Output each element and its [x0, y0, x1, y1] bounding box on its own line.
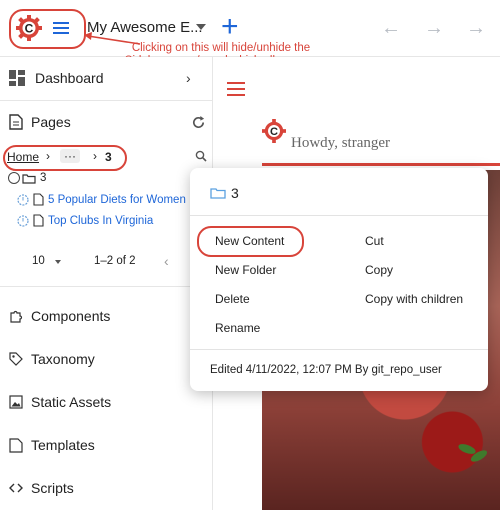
context-menu: 3 New Content New Folder Delete Rename C…: [190, 168, 488, 391]
sidebar-item-label: Templates: [31, 437, 95, 453]
sidebar-item-components[interactable]: Components: [9, 308, 110, 324]
sidebar-item-scripts[interactable]: Scripts: [9, 480, 74, 496]
chevron-down-icon[interactable]: [196, 24, 206, 30]
tree-folder-label: 3: [40, 172, 47, 184]
search-icon[interactable]: [195, 150, 207, 162]
sidebar-item-templates[interactable]: Templates: [9, 437, 95, 453]
image-icon: [9, 395, 23, 409]
tree-folder-row[interactable]: 3: [8, 172, 46, 184]
document-icon: [9, 437, 23, 453]
plus-icon[interactable]: +: [221, 12, 239, 42]
menu-item-copy[interactable]: Copy: [365, 263, 393, 277]
sidebar-item-static-assets[interactable]: Static Assets: [9, 394, 111, 410]
refresh-icon[interactable]: [191, 115, 206, 130]
chevron-right-icon: ›: [93, 149, 97, 163]
sidebar-item-label: Pages: [31, 114, 71, 130]
divider: [190, 349, 488, 350]
sidebar-item-label: Taxonomy: [31, 351, 95, 367]
breadcrumb-home[interactable]: Home: [7, 150, 39, 164]
folder-icon: [210, 188, 226, 199]
pagination-range: 1–2 of 2: [94, 255, 136, 267]
chevron-left-icon[interactable]: ‹: [164, 253, 169, 269]
dashboard-icon: [9, 70, 25, 86]
menu-item-new-folder[interactable]: New Folder: [215, 263, 276, 277]
code-icon: [9, 483, 23, 493]
sidebar-item-dashboard[interactable]: Dashboard: [9, 70, 104, 86]
arrow-left-icon[interactable]: ←: [381, 17, 401, 40]
menu-icon[interactable]: [227, 82, 245, 100]
context-menu-footer: Edited 4/11/2022, 12:07 PM By git_repo_u…: [210, 364, 442, 376]
tree-item-label: Top Clubs In Virginia: [48, 214, 154, 227]
sidebar-item-taxonomy[interactable]: Taxonomy: [9, 351, 95, 367]
svg-text:C: C: [270, 126, 278, 138]
rows-per-page-select[interactable]: 10: [32, 255, 45, 267]
context-menu-title-label: 3: [231, 185, 239, 201]
sidebar-item-label: Components: [31, 308, 111, 324]
chevron-down-icon[interactable]: [55, 260, 61, 264]
sidebar-item-label: Dashboard: [35, 70, 104, 86]
document-icon: [33, 214, 44, 227]
greeting-text: Howdy, stranger: [291, 135, 391, 151]
menu-item-cut[interactable]: Cut: [365, 234, 384, 248]
breadcrumb-current[interactable]: 3: [105, 150, 112, 164]
annotation-highlight: [9, 9, 86, 49]
sidebar-item-label: Scripts: [31, 480, 74, 496]
divider: [0, 286, 212, 287]
folder-icon: [22, 173, 36, 184]
context-menu-title: 3: [210, 185, 239, 201]
arrow-right-icon[interactable]: →: [424, 17, 444, 40]
sidebar-item-label: Static Assets: [31, 394, 112, 410]
arrow-right-icon[interactable]: →: [466, 17, 486, 40]
crafter-logo-icon: C: [262, 119, 286, 143]
puzzle-icon: [10, 310, 23, 323]
tag-icon: [9, 352, 23, 366]
menu-item-new-content[interactable]: New Content: [215, 234, 284, 248]
document-icon: [9, 114, 23, 130]
clock-icon: [17, 193, 29, 206]
clock-icon: [17, 214, 29, 227]
tree-item-label: 5 Popular Diets for Women: [48, 193, 186, 206]
chevron-right-icon[interactable]: ›: [186, 70, 191, 86]
divider: [190, 215, 488, 216]
menu-item-delete[interactable]: Delete: [215, 292, 250, 306]
chevron-right-icon: ›: [46, 149, 50, 163]
divider: [0, 100, 212, 101]
menu-item-copy-with-children[interactable]: Copy with children: [365, 292, 463, 306]
accent-line: [262, 163, 500, 166]
sidebar-item-pages[interactable]: Pages: [9, 114, 71, 130]
radio-icon[interactable]: [8, 172, 20, 184]
tree-item[interactable]: 5 Popular Diets for Women: [17, 193, 186, 206]
document-icon: [33, 193, 44, 206]
tree-item[interactable]: Top Clubs In Virginia: [17, 214, 153, 227]
breadcrumb-ellipsis[interactable]: ···: [60, 149, 80, 163]
menu-item-rename[interactable]: Rename: [215, 321, 260, 335]
